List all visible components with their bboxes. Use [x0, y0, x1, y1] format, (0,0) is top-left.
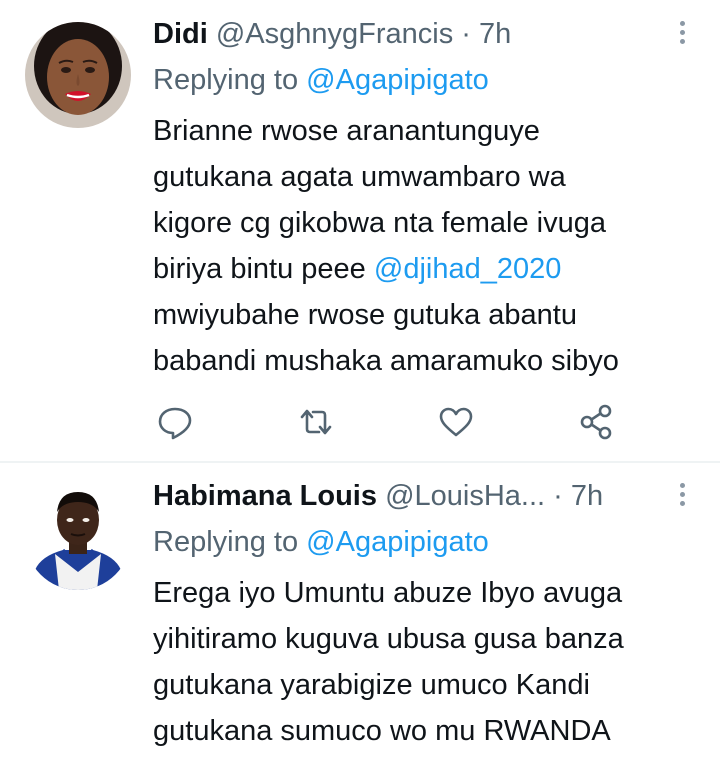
tweet[interactable]: Didi @AsghnygFrancis · 7h Replying to @A…	[0, 0, 720, 462]
retweet-icon[interactable]	[294, 400, 338, 444]
tweet-text: Erega iyo Umuntu abuze Ibyo avuga yihiti…	[153, 570, 713, 754]
replying-prefix: Replying to	[153, 64, 299, 96]
replying-to-link[interactable]: @Agapipigato	[306, 526, 489, 558]
share-icon[interactable]	[575, 400, 619, 444]
replying-to: Replying to @Agapipigato	[153, 522, 489, 562]
author-handle[interactable]: @AsghnygFrancis	[216, 18, 453, 50]
tweet-text-line: babandi mushaka amaramuko sibyo	[153, 345, 619, 377]
tweet-text-line: kigore cg gikobwa nta female ivuga	[153, 207, 606, 239]
tweet-text-line: yihitiramo kuguva ubusa gusa banza	[153, 623, 624, 655]
replying-to: Replying to @Agapipigato	[153, 60, 489, 100]
tweet-text-line: biriya bintu peee @djihad_2020	[153, 246, 713, 292]
tweet-text: Brianne rwose aranantunguye gutukana aga…	[153, 108, 713, 384]
tweet-text-segment: biriya bintu peee	[153, 253, 374, 285]
reply-icon[interactable]	[153, 400, 197, 444]
timestamp[interactable]: 7h	[571, 480, 603, 512]
tweet-header: Didi @AsghnygFrancis · 7h	[153, 14, 660, 54]
tweet-text-line: gutukana sumuco wo mu RWANDA	[153, 715, 611, 747]
more-options-icon[interactable]	[674, 480, 690, 512]
like-icon[interactable]	[434, 400, 478, 444]
tweet[interactable]: Habimana Louis @LouisHa... · 7h Replying…	[0, 462, 720, 776]
tweet-text-line: gutukana yarabigize umuco Kandi	[153, 669, 590, 701]
avatar[interactable]	[25, 484, 131, 590]
replying-prefix: Replying to	[153, 526, 299, 558]
separator-dot: ·	[553, 480, 563, 512]
more-options-icon[interactable]	[674, 18, 690, 50]
mention-link[interactable]: @djihad_2020	[374, 253, 561, 285]
author-handle[interactable]: @LouisHa...	[385, 480, 545, 512]
tweet-header: Habimana Louis @LouisHa... · 7h	[153, 476, 660, 516]
tweet-text-line: Erega iyo Umuntu abuze Ibyo avuga	[153, 577, 623, 609]
tweet-text-line: gutukana agata umwambaro wa	[153, 161, 566, 193]
timestamp[interactable]: 7h	[479, 18, 511, 50]
author-name[interactable]: Habimana Louis	[153, 480, 377, 512]
author-name[interactable]: Didi	[153, 18, 208, 50]
tweet-text-line: Brianne rwose aranantunguye	[153, 115, 540, 147]
action-bar	[153, 400, 623, 444]
avatar[interactable]	[25, 22, 131, 128]
replying-to-link[interactable]: @Agapipigato	[306, 64, 489, 96]
tweet-text-line: mwiyubahe rwose gutuka abantu	[153, 299, 577, 331]
separator-dot: ·	[461, 18, 471, 50]
